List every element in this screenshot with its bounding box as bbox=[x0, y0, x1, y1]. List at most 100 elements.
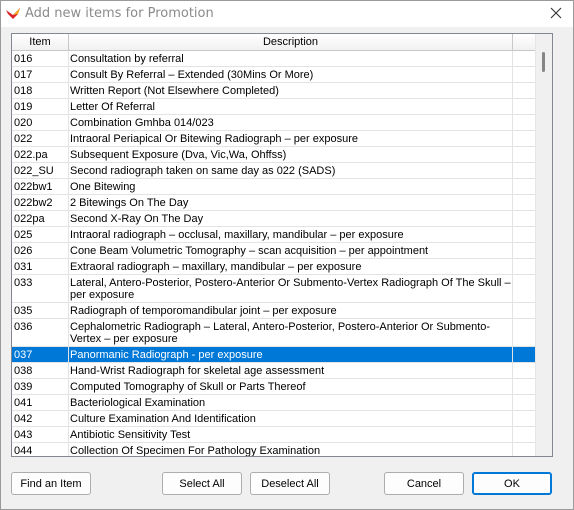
filler-cell bbox=[513, 259, 535, 274]
filler-cell bbox=[513, 51, 535, 66]
column-header-description[interactable]: Description bbox=[69, 34, 513, 51]
table-row[interactable]: 031 Extraoral radiograph – maxillary, ma… bbox=[12, 259, 535, 275]
table-row[interactable]: 016 Consultation by referral bbox=[12, 51, 535, 67]
column-header-filler bbox=[513, 34, 535, 51]
filler-cell bbox=[513, 227, 535, 242]
table-row[interactable]: 022pa Second X-Ray On The Day bbox=[12, 211, 535, 227]
item-code-cell: 043 bbox=[12, 427, 69, 442]
table-row[interactable]: 019 Letter Of Referral bbox=[12, 99, 535, 115]
item-code-cell: 018 bbox=[12, 83, 69, 98]
description-cell: Bacteriological Examination bbox=[69, 395, 513, 410]
item-code-cell: 016 bbox=[12, 51, 69, 66]
description-cell: Intraoral Periapical Or Bitewing Radiogr… bbox=[69, 131, 513, 146]
table-row[interactable]: 036 Cephalometric Radiograph – Lateral, A… bbox=[12, 319, 535, 347]
table-row[interactable]: 022.pa Subsequent Exposure (Dva, Vic,Wa, … bbox=[12, 147, 535, 163]
item-code-cell: 026 bbox=[12, 243, 69, 258]
find-item-button[interactable]: Find an Item bbox=[11, 472, 91, 495]
table-row[interactable]: 022bw1 One Bitewing bbox=[12, 179, 535, 195]
item-code-cell: 041 bbox=[12, 395, 69, 410]
description-cell: Lateral, Antero-Posterior, Postero-Anter… bbox=[69, 275, 513, 302]
description-cell: Antibiotic Sensitivity Test bbox=[69, 427, 513, 442]
filler-cell bbox=[513, 443, 535, 456]
column-header-item[interactable]: Item bbox=[12, 34, 69, 51]
table-row[interactable]: 039 Computed Tomography of Skull or Parts… bbox=[12, 379, 535, 395]
table-row[interactable]: 042 Culture Examination And Identificatio… bbox=[12, 411, 535, 427]
description-cell: Collection Of Specimen For Pathology Exa… bbox=[69, 443, 513, 456]
item-code-cell: 037 bbox=[12, 347, 69, 362]
table-body: 016 Consultation by referral 017 Consult By… bbox=[12, 51, 535, 456]
description-cell: Second X-Ray On The Day bbox=[69, 211, 513, 226]
filler-cell bbox=[513, 83, 535, 98]
table-row[interactable]: 033 Lateral, Antero-Posterior, Postero-An… bbox=[12, 275, 535, 303]
description-cell: Written Report (Not Elsewhere Completed) bbox=[69, 83, 513, 98]
description-cell: Second radiograph taken on same day as 0… bbox=[69, 163, 513, 178]
item-code-cell: 031 bbox=[12, 259, 69, 274]
scrollbar-thumb[interactable] bbox=[542, 52, 545, 72]
description-cell: Culture Examination And Identification bbox=[69, 411, 513, 426]
description-cell: Consult By Referral – Extended (30Mins O… bbox=[69, 67, 513, 82]
items-list[interactable]: Item Description 016 Consultation by refe… bbox=[11, 33, 553, 457]
description-cell: Radiograph of temporomandibular joint – … bbox=[69, 303, 513, 318]
deselect-all-button[interactable]: Deselect All bbox=[250, 472, 330, 495]
table-row[interactable]: 035 Radiograph of temporomandibular joint… bbox=[12, 303, 535, 319]
table-row[interactable]: 020 Combination Gmhba 014/023 bbox=[12, 115, 535, 131]
filler-cell bbox=[513, 115, 535, 130]
item-code-cell: 022bw1 bbox=[12, 179, 69, 194]
select-all-button[interactable]: Select All bbox=[162, 472, 242, 495]
filler-cell bbox=[513, 67, 535, 82]
description-cell: Consultation by referral bbox=[69, 51, 513, 66]
table-row[interactable]: 022bw2 2 Bitewings On The Day bbox=[12, 195, 535, 211]
ok-button[interactable]: OK bbox=[472, 472, 552, 495]
app-logo-icon bbox=[5, 6, 21, 22]
table-row[interactable]: 017 Consult By Referral – Extended (30Min… bbox=[12, 67, 535, 83]
table-row[interactable]: 043 Antibiotic Sensitivity Test bbox=[12, 427, 535, 443]
table-row[interactable]: 044 Collection Of Specimen For Pathology … bbox=[12, 443, 535, 456]
item-code-cell: 042 bbox=[12, 411, 69, 426]
items-table: Item Description 016 Consultation by refe… bbox=[12, 34, 535, 456]
table-row[interactable]: 022 Intraoral Periapical Or Bitewing Radi… bbox=[12, 131, 535, 147]
description-cell: Letter Of Referral bbox=[69, 99, 513, 114]
description-cell: Combination Gmhba 014/023 bbox=[69, 115, 513, 130]
filler-cell bbox=[513, 427, 535, 442]
filler-cell bbox=[513, 395, 535, 410]
table-row[interactable]: 038 Hand-Wrist Radiograph for skeletal ag… bbox=[12, 363, 535, 379]
item-code-cell: 022.pa bbox=[12, 147, 69, 162]
item-code-cell: 044 bbox=[12, 443, 69, 456]
item-code-cell: 038 bbox=[12, 363, 69, 378]
title-bar: Add new items for Promotion bbox=[1, 1, 573, 27]
description-cell: 2 Bitewings On The Day bbox=[69, 195, 513, 210]
item-code-cell: 019 bbox=[12, 99, 69, 114]
filler-cell bbox=[513, 363, 535, 378]
filler-cell bbox=[513, 243, 535, 258]
table-row[interactable]: 041 Bacteriological Examination bbox=[12, 395, 535, 411]
filler-cell bbox=[513, 163, 535, 178]
item-code-cell: 022pa bbox=[12, 211, 69, 226]
item-code-cell: 033 bbox=[12, 275, 69, 302]
description-cell: One Bitewing bbox=[69, 179, 513, 194]
description-cell: Panormanic Radiograph - per exposure bbox=[69, 347, 513, 362]
table-header: Item Description bbox=[12, 34, 535, 51]
description-cell: Cone Beam Volumetric Tomography – scan a… bbox=[69, 243, 513, 258]
filler-cell bbox=[513, 195, 535, 210]
filler-cell bbox=[513, 131, 535, 146]
description-cell: Subsequent Exposure (Dva, Vic,Wa, Ohffss… bbox=[69, 147, 513, 162]
item-code-cell: 036 bbox=[12, 319, 69, 346]
filler-cell bbox=[513, 99, 535, 114]
table-row[interactable]: 025 Intraoral radiograph – occlusal, maxi… bbox=[12, 227, 535, 243]
cancel-button[interactable]: Cancel bbox=[384, 472, 464, 495]
table-row[interactable]: 022_SU Second radiograph taken on same da… bbox=[12, 163, 535, 179]
close-button[interactable] bbox=[545, 4, 567, 24]
table-row[interactable]: 026 Cone Beam Volumetric Tomography – sca… bbox=[12, 243, 535, 259]
table-row[interactable]: 037 Panormanic Radiograph - per exposure bbox=[12, 347, 535, 363]
vertical-scrollbar[interactable] bbox=[535, 34, 552, 456]
item-code-cell: 022_SU bbox=[12, 163, 69, 178]
close-icon bbox=[550, 7, 562, 22]
filler-cell bbox=[513, 411, 535, 426]
filler-cell bbox=[513, 179, 535, 194]
table-row[interactable]: 018 Written Report (Not Elsewhere Complet… bbox=[12, 83, 535, 99]
item-code-cell: 025 bbox=[12, 227, 69, 242]
description-cell: Extraoral radiograph – maxillary, mandib… bbox=[69, 259, 513, 274]
item-code-cell: 017 bbox=[12, 67, 69, 82]
item-code-cell: 020 bbox=[12, 115, 69, 130]
description-cell: Computed Tomography of Skull or Parts Th… bbox=[69, 379, 513, 394]
